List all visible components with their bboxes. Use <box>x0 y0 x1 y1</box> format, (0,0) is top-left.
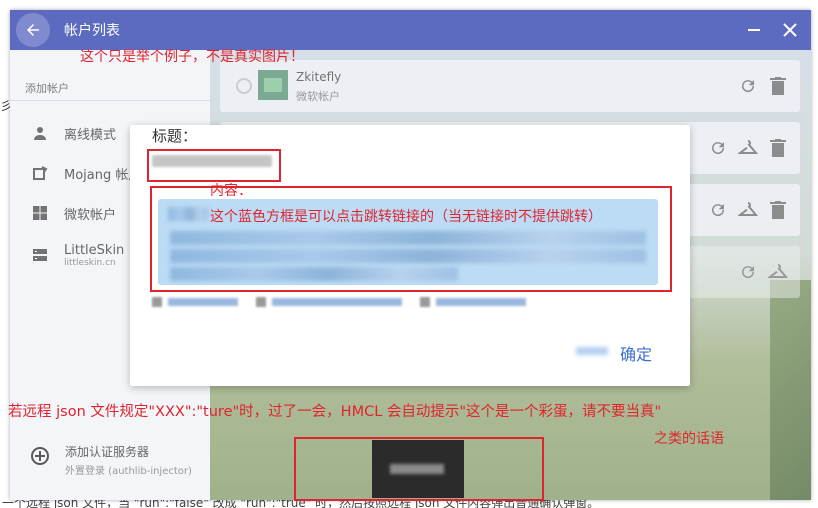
dialog-links <box>152 297 526 307</box>
link-text-blurred <box>168 298 238 306</box>
title-bar: 帐户列表 <box>10 10 811 50</box>
minimize-icon <box>748 29 760 31</box>
back-button[interactable] <box>16 13 50 47</box>
link-icon <box>152 297 162 307</box>
secondary-button-blurred[interactable] <box>576 347 608 355</box>
close-icon <box>783 23 797 37</box>
dialog-title-label: 标题： <box>152 127 198 145</box>
minimize-button[interactable] <box>745 21 763 39</box>
close-button[interactable] <box>781 21 799 39</box>
annotation-bottom-note-1: 若远程 json 文件规定"XXX":"ture"时，过了一会，HMCL 会自动… <box>8 404 662 420</box>
annotation-content-box <box>150 186 672 292</box>
window-title: 帐户列表 <box>64 23 120 39</box>
link-icon <box>420 297 430 307</box>
ok-button[interactable]: 确定 <box>620 341 652 365</box>
dialog-link[interactable] <box>420 297 526 307</box>
dialog-link[interactable] <box>256 297 402 307</box>
annotation-bottom-note-2: 之类的话语 <box>654 431 724 447</box>
link-icon <box>256 297 266 307</box>
annotation-title-box <box>147 149 281 182</box>
link-text-blurred <box>272 298 402 306</box>
dialog-link[interactable] <box>152 297 238 307</box>
arrow-left-icon <box>27 24 39 36</box>
annotation-content-label: 内容： <box>210 183 252 199</box>
annotation-snackbar-box <box>294 437 544 501</box>
annotation-top-note: 这个只是举个例子，不是真实图片！ <box>80 49 304 65</box>
link-text-blurred <box>436 298 526 306</box>
annotation-content-note: 这个蓝色方框是可以点击跳转链接的（当无链接时不提供跳转） <box>210 209 602 225</box>
